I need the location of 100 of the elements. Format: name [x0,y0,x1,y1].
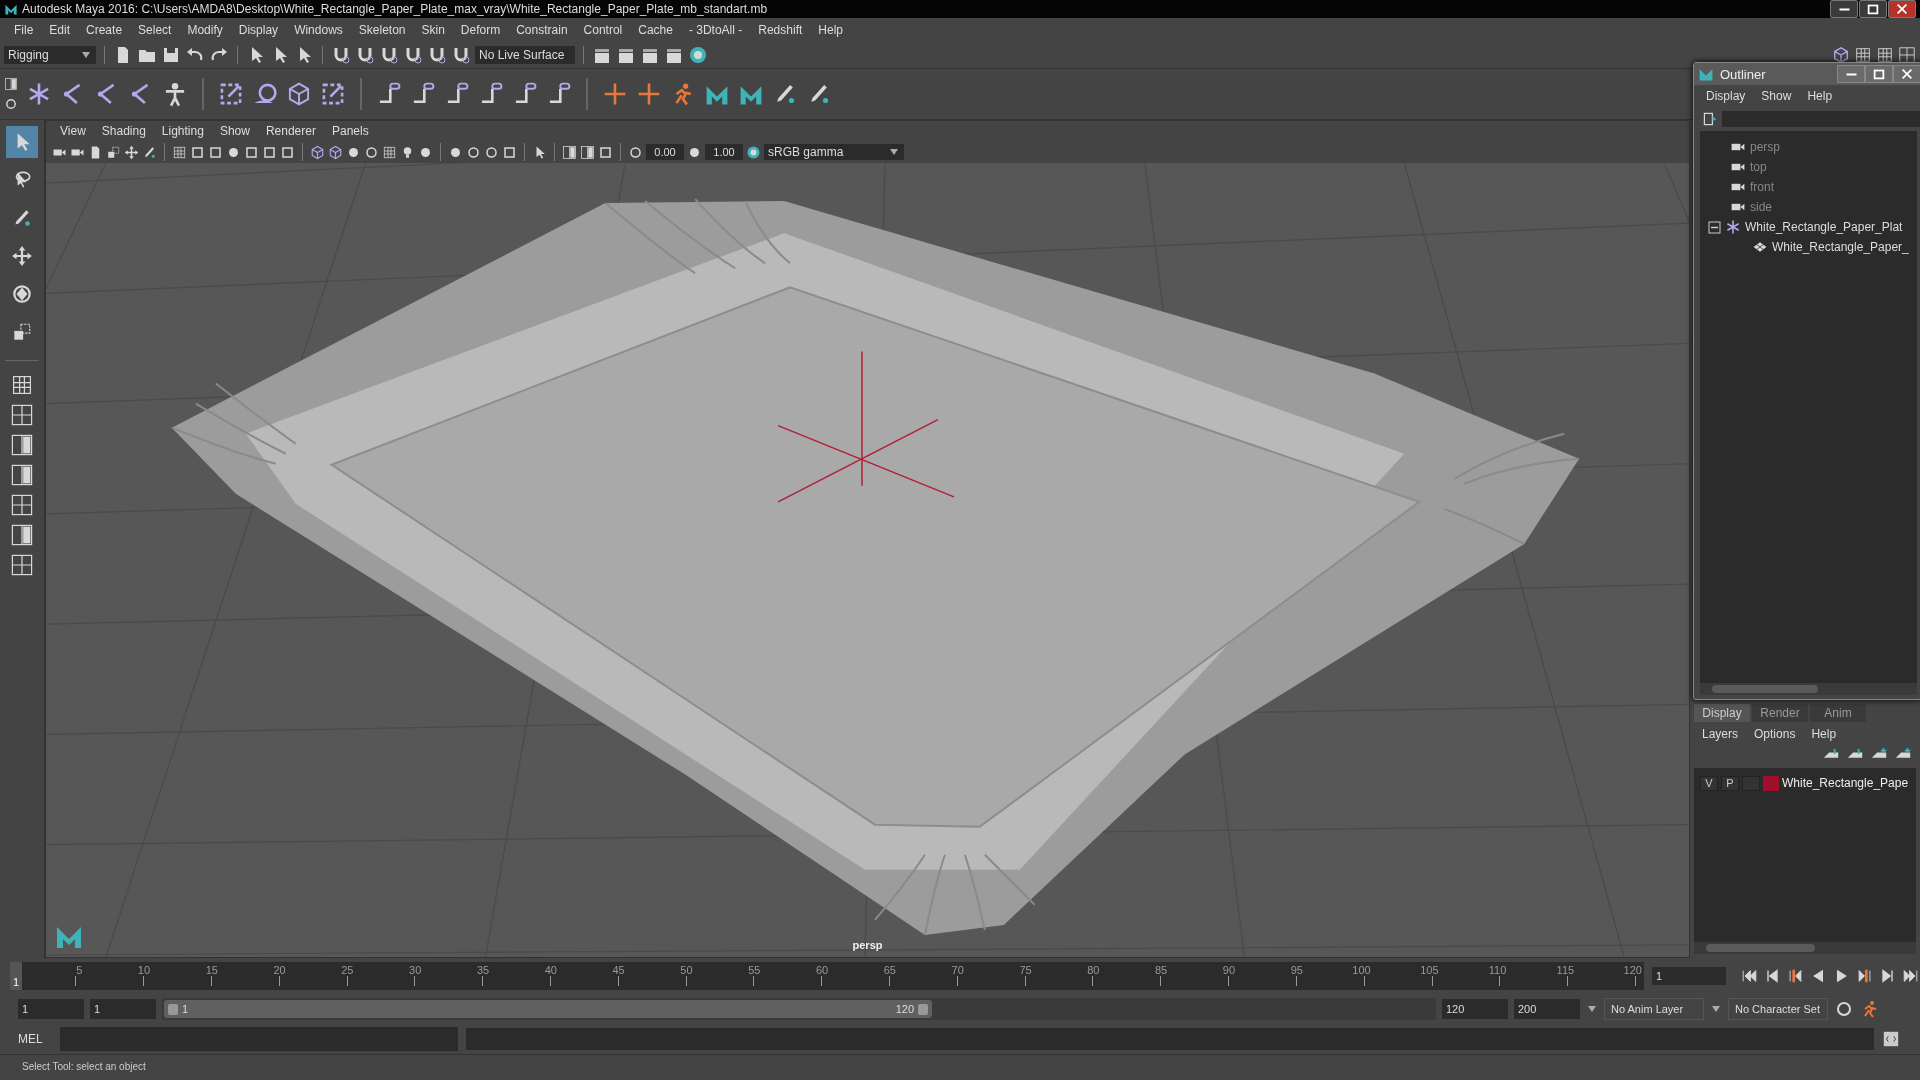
maximize-button[interactable] [1865,65,1893,83]
range-end-handle[interactable] [918,1003,928,1015]
panel-menu-item[interactable]: Shading [93,124,154,138]
pivot-cross-icon [777,350,955,503]
sync-selection-icon[interactable] [1702,111,1718,127]
menu-item[interactable]: Modify [179,23,231,37]
save-icon[interactable] [161,45,181,65]
frame-number: 45 [612,964,625,976]
exposure-field[interactable]: 0.00 [646,144,684,160]
color-space-dropdown[interactable]: sRGB gamma [764,144,904,160]
panel-menu-item[interactable]: Panels [323,124,377,138]
playback-end-field[interactable]: 120 [1442,999,1508,1019]
menu-item[interactable]: Cache [630,23,681,37]
expand-toggle-icon[interactable] [1708,220,1721,234]
frame-number: 120 [1623,964,1642,976]
frame-number: 90 [1222,964,1236,976]
range-end-label: 120 [895,1003,914,1015]
2d-pan-icon[interactable] [124,144,139,160]
hypershade-icon[interactable] [688,45,708,65]
step-forward-key-button[interactable] [1855,967,1874,985]
frame-number: 80 [1087,964,1100,976]
layer-menu-item[interactable]: Options [1746,727,1804,741]
layer-editor-tab[interactable]: Anim [1810,704,1866,722]
locator-icon[interactable] [602,81,628,107]
frame-number: 110 [1488,964,1507,976]
outliner-item[interactable]: White_Rectangle_Paper_Plat [1745,220,1903,234]
modeling-toolkit-icon[interactable] [1832,46,1850,64]
menu-item[interactable]: - 3DtoAll - [680,23,751,37]
frame-number: 100 [1352,964,1371,976]
outliner-menu-item[interactable]: Display [1698,89,1754,103]
menu-item[interactable]: Redshift [750,23,811,37]
layer-color-swatch[interactable] [1763,775,1779,791]
menu-item[interactable]: Edit [41,23,79,37]
panel-menu-item[interactable]: Lighting [153,124,212,138]
playback-start-field[interactable]: 1 [90,999,156,1019]
window-title: Outliner [1720,66,1766,82]
menu-item[interactable]: Constrain [508,23,576,37]
panel-menu-item[interactable]: View [52,124,94,138]
maximize-button[interactable] [1859,0,1887,18]
script-editor-icon[interactable] [1882,1030,1900,1048]
go-to-end-button[interactable] [1901,967,1920,985]
playback-toggle[interactable]: P [1721,775,1739,791]
outliner-menu-item[interactable]: Show [1753,89,1800,103]
menu-item[interactable]: Create [78,23,131,37]
menu-item[interactable]: Select [130,23,180,37]
frame-number: 40 [544,964,557,976]
menu-item[interactable]: File [6,23,42,37]
outliner-item[interactable]: front [1750,180,1774,194]
frame-number: 35 [476,964,490,976]
panel-menu-item[interactable]: Show [211,124,258,138]
minimize-icon [1838,7,1850,11]
command-language-label[interactable]: MEL [18,1032,52,1046]
close-button[interactable] [1893,65,1920,83]
menu-item[interactable]: Control [575,23,631,37]
menu-item[interactable]: Help [810,23,851,37]
menu-item[interactable]: Deform [452,23,509,37]
layer-name[interactable]: White_Rectangle_Pape [1782,776,1909,790]
frame-number: 95 [1290,964,1303,976]
horizontal-scrollbar[interactable] [1700,683,1917,695]
frame-number: 85 [1155,964,1168,976]
filter-field[interactable] [1722,111,1920,127]
horizontal-scrollbar[interactable] [1694,942,1916,954]
select-tool-button[interactable] [6,126,38,158]
current-frame-marker: 1 [10,962,22,990]
layer-editor-tab[interactable]: Display [1694,704,1750,722]
command-input-field[interactable] [60,1027,458,1051]
layer-menu-item[interactable]: Help [1803,727,1845,741]
character-set-dropdown[interactable]: No Character Set [1728,998,1828,1020]
gamma-field[interactable]: 1.00 [705,144,743,160]
frame-ruler[interactable]: 1 5 10 15 20 25 30 35 40 45 50 55 60 65 70 75 80 85 90 95 100 105 110 115 120 [10,962,1644,990]
range-start-label: 1 [182,1003,189,1015]
current-frame-field[interactable]: 1 [1652,967,1726,985]
playback-range-bar[interactable]: 1 120 [164,1000,932,1018]
visibility-toggle[interactable]: V [1700,775,1718,791]
grease-pencil-icon[interactable] [142,144,157,160]
outliner-item[interactable]: persp [1750,140,1781,154]
go-to-start-button[interactable] [1740,967,1759,985]
layer-editor-tab[interactable]: Render [1752,704,1808,722]
step-back-key-button[interactable] [1786,967,1805,985]
outliner-item[interactable]: side [1750,200,1772,214]
live-surface-field[interactable]: No Live Surface [475,46,575,64]
end-time-field[interactable]: 200 [1514,999,1580,1019]
outliner-item[interactable]: top [1750,160,1767,174]
layer-menu-item[interactable]: Layers [1694,727,1747,741]
anim-layer-dropdown[interactable]: No Anim Layer [1604,998,1704,1020]
grid-icon[interactable] [172,144,187,160]
close-button[interactable] [1888,0,1916,18]
frame-number: 20 [273,964,286,976]
menu-set-dropdown[interactable]: Rigging [4,46,96,64]
outliner-item[interactable]: White_Rectangle_Paper_ [1772,240,1909,254]
menu-item[interactable]: Windows [286,23,351,37]
menu-item[interactable]: Skeleton [350,23,414,37]
panel-menu-item[interactable]: Renderer [257,124,324,138]
outliner-menu-item[interactable]: Help [1799,89,1841,103]
frame-number: 15 [205,964,218,976]
range-start-handle[interactable] [168,1003,178,1015]
menu-item[interactable]: Skin [413,23,453,37]
menu-item[interactable]: Display [230,23,287,37]
minimize-button[interactable] [1830,0,1858,18]
start-time-field[interactable]: 1 [18,999,84,1019]
